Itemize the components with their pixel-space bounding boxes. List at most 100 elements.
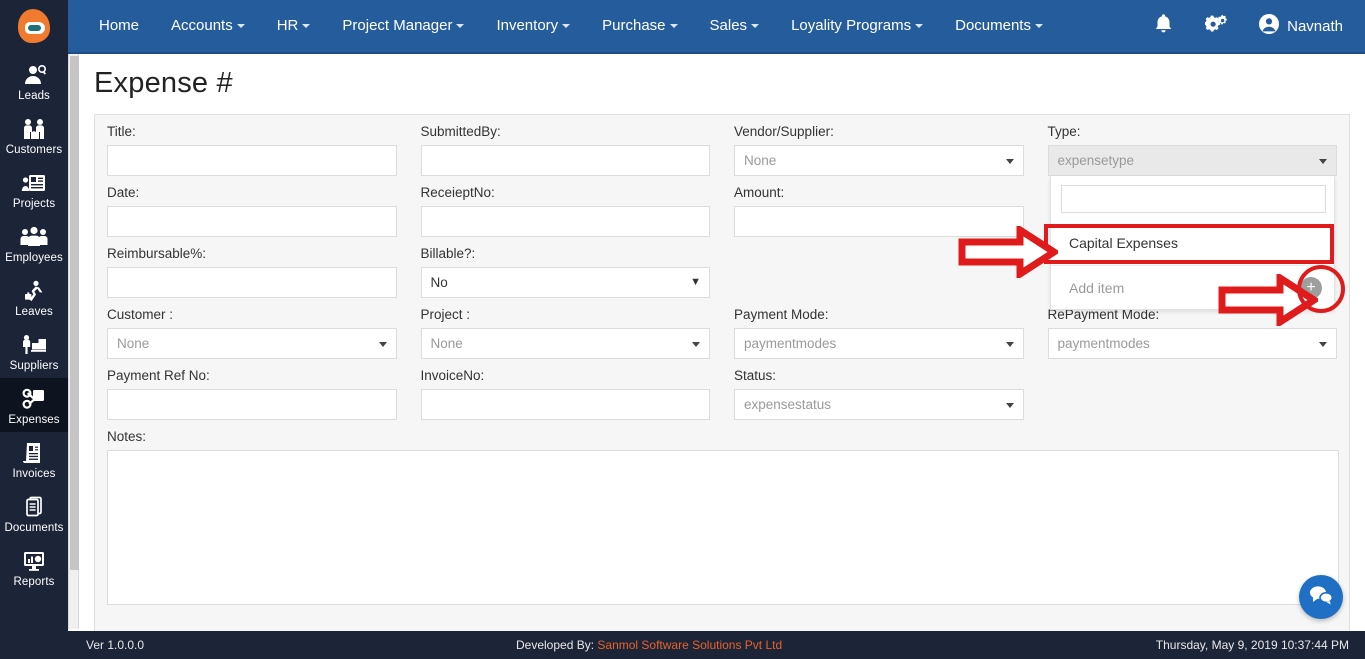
customer-select[interactable]: None (107, 328, 397, 359)
sidebar-item-projects[interactable]: Projects (0, 162, 68, 216)
top-navigation-bar: Home Accounts HR Project Manager Invento… (68, 0, 1365, 54)
chevron-down-icon (915, 24, 924, 29)
field-title-label: Title: (107, 124, 136, 139)
title-input[interactable] (107, 145, 397, 176)
chat-support-button[interactable] (1299, 575, 1343, 619)
type-dropdown-search-input[interactable] (1061, 185, 1326, 213)
footer-developed-by-label: Developed By: (516, 638, 595, 652)
sidebar-item-employees[interactable]: Employees (0, 216, 68, 270)
field-type-label: Type: (1047, 124, 1081, 139)
add-item-label: Add item (1069, 280, 1125, 296)
chat-bubbles-icon (1308, 584, 1334, 611)
project-select[interactable]: None (420, 328, 710, 359)
footer-developer-link[interactable]: Sanmol Software Solutions Pvt Ltd (597, 638, 782, 652)
sidebar-item-leaves[interactable]: Leaves (0, 270, 68, 324)
sidebar-item-documents[interactable]: Documents (0, 486, 68, 540)
sidebar-item-reports[interactable]: Reports (0, 540, 68, 594)
nav-item-label: Accounts (171, 17, 233, 34)
documents-icon (0, 493, 68, 520)
nav-item-inventory[interactable]: Inventory (480, 1, 586, 51)
field-date: Date: (95, 176, 409, 237)
nav-item-label: Inventory (496, 17, 559, 34)
sidebar-item-suppliers[interactable]: Suppliers (0, 324, 68, 378)
footer-version: Ver 1.0.0.0 (86, 638, 145, 652)
field-row5-spacer (1036, 359, 1350, 420)
employees-icon (0, 223, 68, 250)
payment-ref-no-input[interactable] (107, 389, 397, 420)
repayment-mode-select[interactable]: paymentmodes (1047, 328, 1337, 359)
page-title: Expense # (94, 67, 233, 99)
type-option-capital-expenses[interactable]: Capital Expenses (1051, 221, 1334, 265)
nav-item-accounts[interactable]: Accounts (155, 1, 261, 51)
field-project: Project : None (409, 298, 723, 359)
nav-item-project-manager[interactable]: Project Manager (326, 1, 480, 51)
type-select[interactable]: expensetype (1047, 145, 1337, 176)
field-customer: Customer : None (95, 298, 409, 359)
submittedby-input[interactable] (420, 145, 710, 176)
chevron-down-icon (692, 342, 700, 347)
plus-circle-icon[interactable]: + (1300, 277, 1322, 299)
sidebar-item-label: Employees (5, 252, 63, 264)
settings-button[interactable] (1189, 13, 1245, 40)
eb-logo-icon (16, 9, 52, 45)
page-footer: Ver 1.0.0.0 Developed By: Sanmol Softwar… (68, 631, 1365, 659)
nav-item-documents[interactable]: Documents (939, 1, 1059, 51)
field-status-label: Status: (734, 368, 777, 383)
field-payment-ref-no: Payment Ref No: (95, 359, 409, 420)
field-receipt-no-label: ReceieptNo: (420, 185, 495, 200)
footer-datetime: Thursday, May 9, 2019 10:37:44 PM (1155, 638, 1349, 652)
field-status: Status: expensestatus (722, 359, 1036, 420)
suppliers-icon (0, 331, 68, 358)
sidebar-nav: Leads Customers Projects Employees Leave… (0, 54, 68, 629)
vendor-select[interactable]: None (734, 145, 1024, 176)
type-dropdown-menu: Capital Expenses Add item + (1050, 176, 1335, 310)
sidebar-item-label: Suppliers (9, 360, 59, 372)
user-menu-button[interactable]: Navnath (1245, 13, 1343, 39)
nav-item-purchase[interactable]: Purchase (586, 1, 693, 51)
sidebar-item-customers[interactable]: Customers (0, 108, 68, 162)
receiptno-input[interactable] (420, 206, 710, 237)
field-payment-ref-no-label: Payment Ref No: (107, 368, 210, 383)
status-select[interactable]: expensestatus (734, 389, 1024, 420)
nav-item-sales[interactable]: Sales (694, 1, 776, 51)
field-date-label: Date: (107, 185, 140, 200)
field-payment-mode: Payment Mode: paymentmodes (722, 298, 1036, 359)
chevron-down-icon (751, 24, 760, 29)
chevron-down-icon (1005, 159, 1014, 164)
nav-links: Home Accounts HR Project Manager Invento… (68, 1, 1059, 51)
nav-item-hr[interactable]: HR (261, 1, 327, 51)
amount-input[interactable] (734, 206, 1024, 237)
field-reimbursable-label: Reimbursable%: (107, 246, 207, 261)
sidebar-item-label: Reports (13, 576, 55, 588)
project-select-value: None (430, 336, 463, 351)
sidebar-item-invoices[interactable]: Invoices (0, 432, 68, 486)
payment-mode-select[interactable]: paymentmodes (734, 328, 1024, 359)
field-amount: Amount: (722, 176, 1036, 237)
sidebar-scrollbar[interactable] (68, 54, 79, 629)
vendor-select-value: None (744, 153, 777, 168)
notes-textarea[interactable] (107, 450, 1339, 605)
chevron-down-icon (562, 24, 571, 29)
field-reimbursable: Reimbursable%: (95, 237, 409, 298)
nav-item-label: Sales (709, 17, 748, 34)
sidebar-item-expenses[interactable]: Expenses (0, 378, 68, 432)
notifications-button[interactable] (1138, 13, 1189, 39)
sidebar-scrollbar-thumb[interactable] (70, 56, 79, 570)
nav-item-home[interactable]: Home (83, 1, 155, 51)
chevron-down-icon: ▼ (690, 276, 701, 288)
reimbursable-input[interactable] (107, 267, 397, 298)
field-submitted-by: SubmittedBy: (409, 115, 723, 176)
sidebar-item-leads[interactable]: Leads (0, 54, 68, 108)
field-row3-spacer-a (722, 237, 1036, 298)
status-select-value: expensestatus (744, 397, 832, 412)
form-row-1: Title: SubmittedBy: Vendor/Supplier: Non… (95, 115, 1349, 176)
app-logo[interactable] (0, 0, 68, 54)
type-add-item-row[interactable]: Add item + (1051, 265, 1334, 309)
form-row-notes: Notes: (95, 420, 1349, 610)
nav-item-label: Documents (955, 17, 1031, 34)
nav-item-loyality-programs[interactable]: Loyality Programs (775, 1, 939, 51)
invoice-no-input[interactable] (420, 389, 710, 420)
billable-select[interactable]: No ▼ (420, 267, 710, 298)
nav-item-label: HR (276, 17, 299, 34)
date-input[interactable] (107, 206, 397, 237)
